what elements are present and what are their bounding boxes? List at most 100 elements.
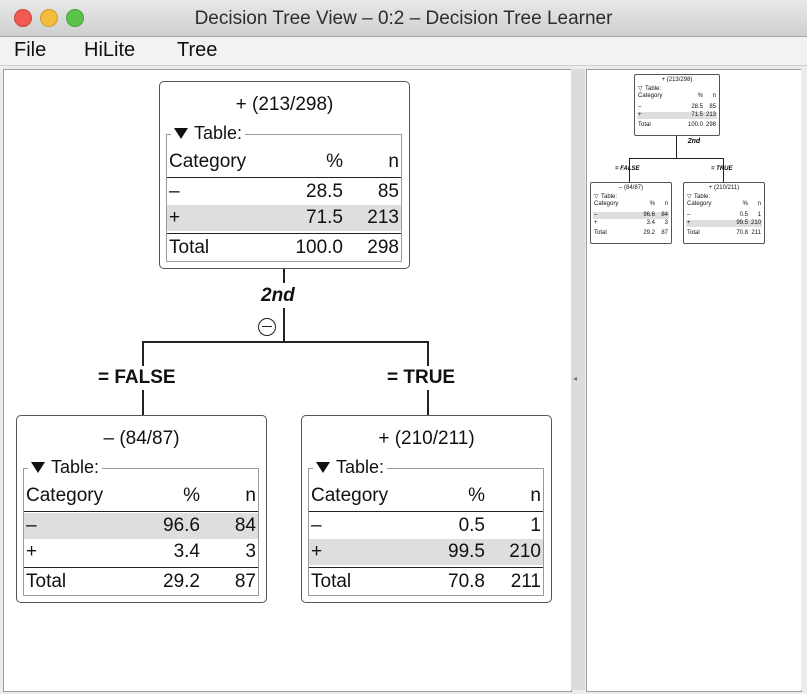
table-toggle[interactable]: Table:: [313, 457, 388, 478]
header-n: n: [530, 485, 541, 506]
cell-percent: 0.5: [458, 515, 485, 536]
mini-cell: 3.4: [646, 220, 655, 226]
divider-grip-icon[interactable]: ◂: [573, 374, 581, 383]
table-toggle[interactable]: Table:: [171, 123, 246, 144]
mini-cell: 0.5: [739, 212, 748, 218]
table-rule: [309, 511, 543, 512]
cell-percent: 71.5: [306, 207, 343, 228]
table-row: + 71.5 213: [167, 205, 401, 231]
table-label: Table:: [194, 123, 243, 143]
header-percent: %: [326, 151, 343, 172]
mini-row: – 28.5 85: [637, 104, 717, 111]
cell-n: 85: [377, 181, 399, 202]
cell-percent: 99.5: [448, 541, 485, 562]
table-row: – 96.6 84: [24, 513, 258, 539]
window-edge: [801, 69, 807, 690]
table-rule: [24, 567, 258, 568]
cell-n: 84: [234, 515, 256, 536]
table-row: + 3.4 3: [24, 539, 258, 565]
mini-node-title: + (213/298): [661, 77, 693, 83]
table-row: – 28.5 85: [167, 179, 401, 205]
mini-cell: %: [742, 201, 748, 207]
cell-category: –: [169, 181, 180, 202]
node-title: + (210/211): [378, 428, 475, 449]
mini-cell: 84: [661, 212, 668, 218]
mini-cell: 99.5: [736, 220, 748, 226]
table-rule: [167, 233, 401, 234]
tree-canvas[interactable]: + (213/298) Table: Category % n – 28.5 8…: [3, 69, 572, 692]
mini-cell: 213: [705, 112, 716, 118]
collapse-triangle-icon: [174, 128, 188, 139]
mini-cell: %: [697, 93, 703, 99]
mini-cell: 210: [750, 220, 761, 226]
mini-row: +99.5 210: [686, 220, 762, 227]
collapse-node-icon[interactable]: [258, 318, 276, 336]
cell-total-label: Total: [26, 571, 67, 592]
tree-edge: [283, 308, 285, 341]
mini-total-row: Total 100.0 298: [637, 122, 717, 129]
mini-cell: Total: [687, 230, 700, 236]
tree-edge: [283, 269, 285, 283]
cell-total-label: Total: [169, 237, 210, 258]
node-title: – (84/87): [103, 428, 180, 449]
mini-row: – 96.6 84: [593, 212, 669, 219]
node-table: Table: Category % n – 28.5 85 + 71.5 213…: [166, 123, 402, 262]
table-header: Category % n: [24, 483, 258, 509]
menu-hilite[interactable]: HiLite: [84, 39, 135, 62]
mini-cell: n: [712, 93, 716, 99]
collapse-triangle-icon: [316, 462, 330, 473]
cell-percent: 70.8: [448, 571, 485, 592]
mini-node-title: – (84/87): [618, 185, 643, 191]
mini-cell: 28.5: [691, 104, 703, 110]
cell-category: +: [311, 541, 323, 562]
tree-edge: [142, 341, 144, 366]
mini-cell: 71.5: [691, 112, 703, 118]
mini-root-node: + (213/298) ▽ Table: Category% n – 28.5 85 +…: [634, 74, 720, 136]
mini-cell: Category: [687, 201, 712, 207]
mini-cell: –: [687, 212, 691, 218]
table-rule: [24, 511, 258, 512]
mini-node-title: + (210/211): [708, 185, 740, 191]
root-node[interactable]: + (213/298) Table: Category % n – 28.5 8…: [159, 81, 410, 269]
mini-table-label: ▽ Table:: [638, 86, 662, 92]
mini-total-row: Total 70.8 211: [686, 230, 762, 237]
cell-percent: 100.0: [295, 237, 343, 258]
node-title: + (213/298): [235, 94, 334, 115]
edge-label-true: = TRUE: [387, 367, 456, 388]
mini-cell: Total: [594, 230, 607, 236]
mini-cell: n: [757, 201, 761, 207]
mini-cell: 298: [705, 122, 716, 128]
tree-edge: [142, 390, 144, 415]
cell-category: –: [26, 515, 37, 536]
mini-edge-label: = FALSE: [615, 166, 640, 172]
overview-panel[interactable]: + (213/298) ▽ Table: Category% n – 28.5 85 +…: [586, 69, 802, 692]
left-node[interactable]: – (84/87) Table: Category % n – 96.6 84 …: [16, 415, 267, 603]
mini-header: Category% n: [637, 93, 717, 100]
cell-category: +: [26, 541, 38, 562]
right-node[interactable]: + (210/211) Table: Category % n – 0.5 1 …: [301, 415, 552, 603]
table-header: Category % n: [309, 483, 543, 509]
header-category: Category: [169, 151, 247, 172]
cell-n: 210: [509, 541, 541, 562]
mini-split-label: 2nd: [687, 138, 701, 145]
mini-label: Table:: [645, 86, 662, 92]
mini-cell: 70.8: [736, 230, 748, 236]
mini-table-label: ▽ Table:: [594, 194, 618, 200]
table-total-row: Total 70.8 211: [309, 569, 543, 595]
header-category: Category: [26, 485, 104, 506]
mini-edge-label: = TRUE: [711, 166, 733, 172]
header-n: n: [388, 151, 399, 172]
mini-edge: [629, 158, 724, 159]
table-rule: [167, 177, 401, 178]
mini-cell: %: [649, 201, 655, 207]
table-row: – 0.5 1: [309, 513, 543, 539]
mini-table-label: ▽ Table:: [687, 194, 711, 200]
mini-row: +3.4 3: [593, 220, 669, 227]
mini-label: Table:: [601, 194, 618, 200]
mini-left-node: – (84/87) ▽ Table: Category% n – 96.6 84 +3.…: [590, 182, 672, 244]
edge-label-false: = FALSE: [98, 367, 176, 388]
table-rule: [309, 567, 543, 568]
menu-file[interactable]: File: [14, 39, 46, 62]
menu-tree[interactable]: Tree: [177, 39, 217, 62]
table-toggle[interactable]: Table:: [28, 457, 103, 478]
